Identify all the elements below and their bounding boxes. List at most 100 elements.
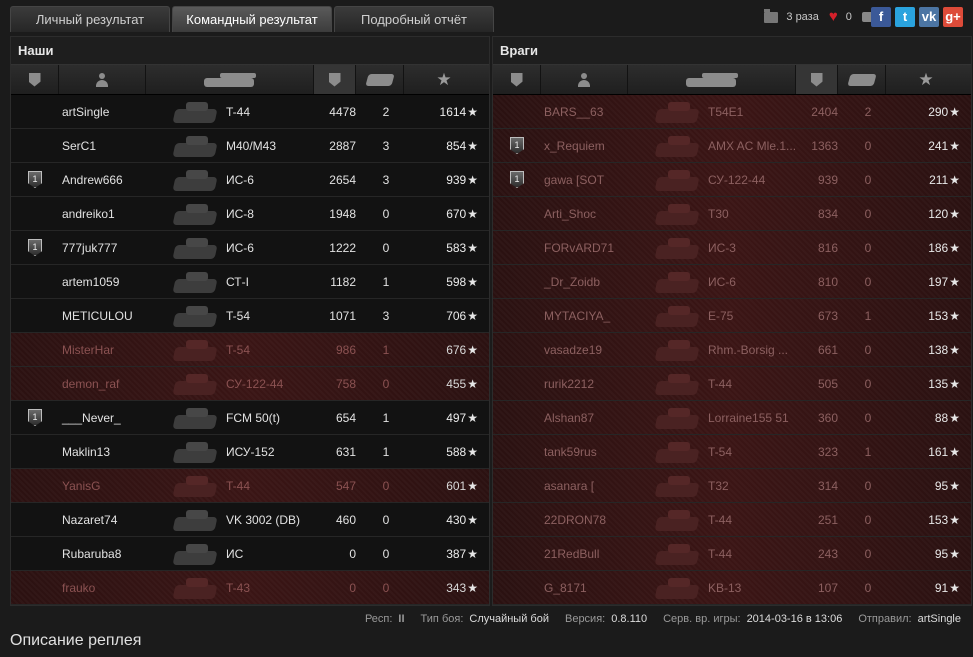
rank-column-header[interactable] bbox=[11, 65, 59, 94]
tank-image-icon bbox=[654, 539, 702, 569]
tank-cell: T54E1 bbox=[668, 97, 796, 127]
player-row[interactable]: Rubaruba8 ИС 0 0 387★ bbox=[11, 537, 489, 571]
tank-image-icon bbox=[172, 97, 220, 127]
player-row[interactable]: 1 gawa [SOT СУ-122-44 939 0 211★ bbox=[493, 163, 971, 197]
player-row[interactable]: 1 ___Never_ FCM 50(t) 654 1 497★ bbox=[11, 401, 489, 435]
tab-team-result[interactable]: Командный результат bbox=[172, 6, 332, 32]
player-column-header[interactable] bbox=[59, 65, 146, 94]
star-icon: ★ bbox=[949, 308, 960, 323]
heart-icon[interactable]: ♥ bbox=[829, 9, 838, 24]
star-icon: ★ bbox=[467, 206, 478, 221]
tank-name: Lorraine155 51 bbox=[708, 410, 789, 425]
tank-cell: T-44 bbox=[668, 505, 796, 535]
tab-personal-result[interactable]: Личный результат bbox=[10, 6, 170, 32]
tank-cell: T-44 bbox=[668, 539, 796, 569]
score-value: 88 bbox=[934, 410, 949, 425]
player-row[interactable]: andreiko1 ИС-8 1948 0 670★ bbox=[11, 197, 489, 231]
player-row[interactable]: vasadze19 Rhm.-Borsig ... 661 0 138★ bbox=[493, 333, 971, 367]
tank-cell: ИС-6 bbox=[186, 233, 314, 263]
player-column-header[interactable] bbox=[541, 65, 628, 94]
share-vk-icon[interactable]: vk bbox=[919, 7, 939, 27]
player-row[interactable]: Arti_Shoc T30 834 0 120★ bbox=[493, 197, 971, 231]
player-row[interactable]: Maklin13 ИСУ-152 631 1 588★ bbox=[11, 435, 489, 469]
tank-cell: T-43 bbox=[186, 573, 314, 603]
tank-image-icon bbox=[172, 165, 220, 195]
player-row[interactable]: G_8171 KB-13 107 0 91★ bbox=[493, 571, 971, 605]
player-row[interactable]: METICULOU T-54 1071 3 706★ bbox=[11, 299, 489, 333]
player-row[interactable]: 1 x_Requiem AMX AC Mle.1... 1363 0 241★ bbox=[493, 129, 971, 163]
player-row[interactable]: 1 777juk777 ИС-6 1222 0 583★ bbox=[11, 231, 489, 265]
xp-column-header[interactable] bbox=[314, 65, 356, 94]
star-icon: ★ bbox=[467, 172, 478, 187]
share-facebook-icon[interactable]: f bbox=[871, 7, 891, 27]
player-row[interactable]: demon_raf СУ-122-44 758 0 455★ bbox=[11, 367, 489, 401]
player-row[interactable]: 1 Andrew666 ИС-6 2654 3 939★ bbox=[11, 163, 489, 197]
star-icon: ★ bbox=[949, 546, 960, 561]
player-row[interactable]: Alshan87 Lorraine155 51 360 0 88★ bbox=[493, 401, 971, 435]
xp-value: 314 bbox=[817, 478, 838, 493]
score-value: 706 bbox=[446, 308, 467, 323]
version-value: 0.8.110 bbox=[611, 613, 648, 625]
score-cell: 153★ bbox=[886, 309, 966, 323]
player-row[interactable]: 22DRON78 T-44 251 0 153★ bbox=[493, 503, 971, 537]
score-cell: 138★ bbox=[886, 343, 966, 357]
enemies-list: BARS__63 T54E1 2404 2 290★ 1 x_Requiem AMX AC M… bbox=[493, 95, 971, 605]
rank-cell: 1 bbox=[11, 409, 59, 426]
score-column-header[interactable]: ★ bbox=[404, 65, 484, 94]
score-value: 211 bbox=[929, 172, 949, 187]
score-value: 95 bbox=[934, 546, 949, 561]
tab-detailed-report[interactable]: Подробный отчёт bbox=[334, 6, 494, 32]
uploader-value[interactable]: artSingle bbox=[918, 613, 961, 625]
player-row[interactable]: artem1059 СТ-I 1182 1 598★ bbox=[11, 265, 489, 299]
kills-column-header[interactable] bbox=[838, 65, 886, 94]
share-twitter-icon[interactable]: t bbox=[895, 7, 915, 27]
player-row[interactable]: SerC1 M40/M43 2887 3 854★ bbox=[11, 129, 489, 163]
player-row[interactable]: tank59rus T-54 323 1 161★ bbox=[493, 435, 971, 469]
score-value: 1614 bbox=[439, 104, 467, 119]
score-value: 583 bbox=[446, 240, 467, 255]
xp-value: 2404 bbox=[811, 104, 838, 119]
player-row[interactable]: MYTACIYA_ E-75 673 1 153★ bbox=[493, 299, 971, 333]
score-value: 290 bbox=[928, 104, 949, 119]
tank-name: ИС-6 bbox=[226, 240, 254, 255]
player-row[interactable]: FORvARD71 ИС-3 816 0 186★ bbox=[493, 231, 971, 265]
tank-cell: M40/M43 bbox=[186, 131, 314, 161]
score-value: 601 bbox=[446, 478, 467, 493]
kills-value: 0 bbox=[864, 342, 872, 357]
score-column-header[interactable]: ★ bbox=[886, 65, 966, 94]
kills-value: 0 bbox=[864, 512, 872, 527]
rank-column-header[interactable] bbox=[493, 65, 541, 94]
score-cell: 343★ bbox=[404, 581, 484, 595]
player-row[interactable]: asanara [T32 314 0 95★ bbox=[493, 469, 971, 503]
xp-value: 2654 bbox=[329, 172, 356, 187]
version-label: Версия: bbox=[564, 613, 606, 625]
player-row[interactable]: BARS__63 T54E1 2404 2 290★ bbox=[493, 95, 971, 129]
share-googleplus-icon[interactable]: g+ bbox=[943, 7, 963, 27]
star-icon: ★ bbox=[467, 342, 478, 357]
download-count: 3 раза bbox=[786, 11, 819, 23]
player-row[interactable]: MisterHar T-54 986 1 676★ bbox=[11, 333, 489, 367]
tank-column-header[interactable] bbox=[146, 65, 314, 94]
allies-list: artSingle T-44 4478 2 1614★ SerC1 M40/M43 2887 3… bbox=[11, 95, 489, 605]
tank-column-header[interactable] bbox=[628, 65, 796, 94]
tank-cell: СУ-122-44 bbox=[186, 369, 314, 399]
player-row[interactable]: 21RedBull T-44 243 0 95★ bbox=[493, 537, 971, 571]
tank-cell: T-54 bbox=[186, 301, 314, 331]
score-value: 430 bbox=[446, 512, 467, 527]
score-value: 91 bbox=[934, 580, 949, 595]
player-row[interactable]: rurik2212 T-44 505 0 135★ bbox=[493, 367, 971, 401]
tank-cell: VK 3002 (DB) bbox=[186, 505, 314, 535]
tank-name: СУ-122-44 bbox=[226, 376, 284, 391]
player-row[interactable]: Nazaret74 VK 3002 (DB) 460 0 430★ bbox=[11, 503, 489, 537]
tank-image-icon bbox=[654, 233, 702, 263]
player-row[interactable]: artSingle T-44 4478 2 1614★ bbox=[11, 95, 489, 129]
kills-value: 1 bbox=[382, 444, 390, 459]
player-row[interactable]: frauko T-43 0 0 343★ bbox=[11, 571, 489, 605]
xp-value: 1948 bbox=[329, 206, 356, 221]
xp-column-header[interactable] bbox=[796, 65, 838, 94]
player-row[interactable]: _Dr_Zoidb ИС-6 810 0 197★ bbox=[493, 265, 971, 299]
score-cell: 497★ bbox=[404, 411, 484, 425]
player-row[interactable]: YanisG T-44 547 0 601★ bbox=[11, 469, 489, 503]
kills-column-header[interactable] bbox=[356, 65, 404, 94]
tank-cell: T-54 bbox=[186, 335, 314, 365]
